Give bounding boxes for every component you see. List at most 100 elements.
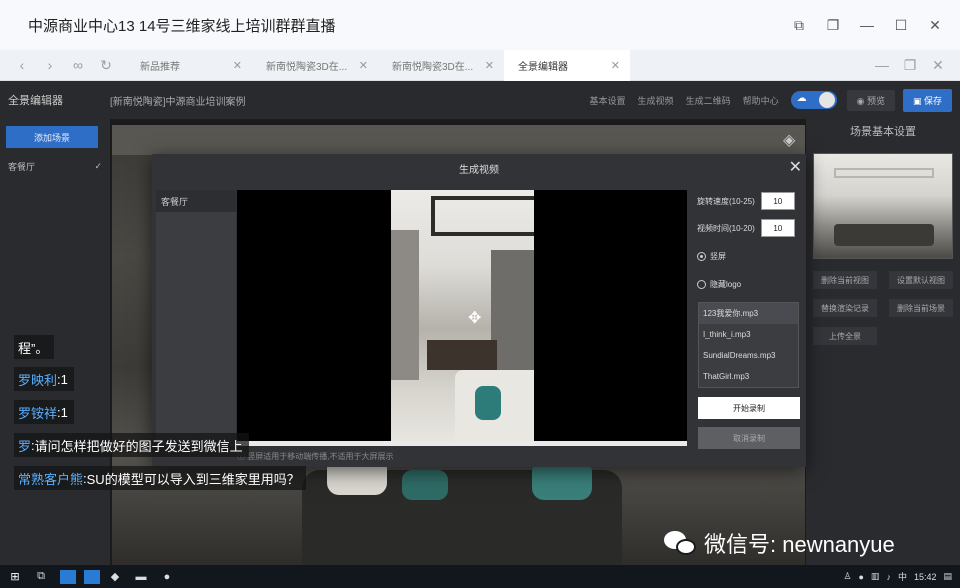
portrait-note: ⓘ 竖屏适用于移动端传播,不适用于大屏展示 xyxy=(237,451,393,462)
editor-toolbar: 全景编辑器 [新南悦陶瓷]中源商业培训案例 基本设置 生成视频 生成二维码 帮助… xyxy=(0,81,960,119)
chat-message: 罗铵祥 : 1 xyxy=(14,400,74,424)
scene-settings-title: 场景基本设置 xyxy=(850,126,916,138)
tab-close-icon[interactable]: ✕ xyxy=(359,59,368,72)
dialog-scene-item[interactable]: 客餐厅 xyxy=(156,190,236,212)
generate-video-link[interactable]: 生成视频 xyxy=(638,94,674,107)
music-item[interactable]: SundialDreams.mp3 xyxy=(699,345,798,366)
chat-text: 1 xyxy=(60,371,68,387)
refresh-icon[interactable]: ↻ xyxy=(92,51,120,79)
eye-icon: ◉ xyxy=(856,95,867,106)
network-icon[interactable]: ▥ xyxy=(871,571,880,582)
forward-icon[interactable]: › xyxy=(36,51,64,79)
cloud-toggle[interactable]: ☁ xyxy=(790,91,837,109)
save-button[interactable]: ▣ 保存 xyxy=(902,88,952,112)
restore-pages-icon[interactable]: ❐ xyxy=(816,10,850,40)
volume-icon[interactable]: ♪ xyxy=(886,572,891,582)
wechat-logo-icon xyxy=(664,529,698,557)
tab-close-icon[interactable]: ✕ xyxy=(485,59,494,72)
screenshot-icon[interactable]: ⧉ xyxy=(782,10,816,40)
delete-scene-button[interactable]: 删除当前场景 xyxy=(889,299,953,317)
minimize-button[interactable]: — xyxy=(850,10,884,40)
close-icon[interactable]: ✕ xyxy=(789,157,802,177)
tab-label: 新南悦陶瓷3D在... xyxy=(266,61,348,73)
wechat-tray-icon[interactable]: ● xyxy=(858,572,863,582)
tab-close-icon[interactable]: ✕ xyxy=(233,59,242,72)
radio-unchecked-icon[interactable] xyxy=(697,280,706,289)
tab-label: 新品推荐 xyxy=(140,61,180,73)
music-item[interactable]: I_think_i.mp3 xyxy=(699,324,798,345)
video-duration-input[interactable] xyxy=(760,219,795,237)
replace-render-button[interactable]: 替换渲染记录 xyxy=(813,299,877,317)
tab-minimize-icon[interactable]: — xyxy=(868,51,896,79)
tab-3d-1[interactable]: 新南悦陶瓷3D在... ✕ xyxy=(252,50,378,81)
close-button[interactable]: ✕ xyxy=(918,10,952,40)
toggle-knob xyxy=(818,92,835,108)
upload-panorama-button[interactable]: 上传全景 xyxy=(813,327,877,345)
thumbnail-ceiling xyxy=(834,168,934,178)
wechat-icon[interactable]: ● xyxy=(156,568,178,586)
hide-logo-option[interactable]: 隐藏logo xyxy=(697,279,741,290)
logo-bubble xyxy=(676,539,696,555)
scene-list-item[interactable]: 客餐厅 ✓ xyxy=(0,155,110,177)
video-frame[interactable] xyxy=(391,190,534,442)
scene-name: 客餐厅 xyxy=(8,161,36,172)
frame-cabinet xyxy=(427,340,497,370)
music-item[interactable]: ThatGirl.mp3 xyxy=(699,366,798,387)
check-circle-icon: ✓ xyxy=(94,160,102,171)
maximize-button[interactable]: ☐ xyxy=(884,10,918,40)
chat-sender: 罗铵祥 xyxy=(18,405,58,421)
notification-icon[interactable]: ▤ xyxy=(943,571,952,582)
windows-start-icon[interactable]: ⊞ xyxy=(4,568,26,586)
tab-close-all-icon[interactable]: ✕ xyxy=(924,51,952,79)
ime-indicator[interactable]: 中 xyxy=(898,570,907,583)
cancel-recording-button[interactable]: 取消录制 xyxy=(698,427,800,449)
person-icon[interactable]: ♙ xyxy=(843,571,851,582)
shield-icon[interactable]: ◆ xyxy=(104,568,126,586)
tab-3d-2[interactable]: 新南悦陶瓷3D在... ✕ xyxy=(378,50,504,81)
chat-message: 罗映利 : 1 xyxy=(14,367,74,391)
rotation-speed-input[interactable] xyxy=(760,192,795,210)
cloud-icon: ☁ xyxy=(796,93,807,104)
portrait-note-text: 竖屏适用于移动端传播,不适用于大屏展示 xyxy=(247,452,394,461)
video-duration-label: 视频时间(10-20) xyxy=(697,223,755,233)
tab-close-icon[interactable]: ✕ xyxy=(611,59,620,72)
app-icon[interactable] xyxy=(84,569,100,584)
layers-icon[interactable]: ◈ xyxy=(783,130,795,150)
scene-thumbnail[interactable] xyxy=(813,153,953,259)
music-list: 123我爱你.mp3 I_think_i.mp3 SundialDreams.m… xyxy=(698,302,799,388)
back-icon[interactable]: ‹ xyxy=(8,51,36,79)
preview-label: 预览 xyxy=(866,95,885,106)
browser-tabbar: ‹ › ∞ ↻ 新品推荐 ✕ 新南悦陶瓷3D在... ✕ 新南悦陶瓷3D在...… xyxy=(0,49,960,81)
app-icon[interactable] xyxy=(60,569,76,584)
portrait-label: 竖屏 xyxy=(710,252,726,261)
task-view-icon[interactable]: ⧉ xyxy=(30,568,52,586)
add-scene-button[interactable]: 添加场景 xyxy=(6,126,98,148)
start-recording-button[interactable]: 开始录制 xyxy=(698,397,800,419)
set-default-view-button[interactable]: 设置默认视图 xyxy=(889,271,953,289)
chat-text: 1 xyxy=(60,404,68,420)
basic-settings-link[interactable]: 基本设置 xyxy=(590,94,626,107)
tab-popout-icon[interactable]: ❐ xyxy=(896,51,924,79)
delete-view-button[interactable]: 删除当前视图 xyxy=(813,271,877,289)
scene-settings-panel: 场景基本设置 删除当前视图 设置默认视图 替换渲染记录 删除当前场景 上传全景 xyxy=(806,119,960,565)
chat-message: 罗 : 请问怎样把做好的图子发送到微信上 xyxy=(14,433,249,457)
portrait-option[interactable]: 竖屏 xyxy=(697,251,726,262)
folder-icon[interactable]: ▬ xyxy=(130,568,152,586)
preview-button[interactable]: ◉ 预览 xyxy=(846,89,895,111)
tab-panorama-editor[interactable]: 全景编辑器 ✕ xyxy=(504,49,630,81)
link-icon[interactable]: ∞ xyxy=(64,51,92,79)
frame-wall xyxy=(491,250,534,370)
help-center-link[interactable]: 帮助中心 xyxy=(743,94,779,107)
radio-checked-icon[interactable] xyxy=(697,252,706,261)
music-item[interactable]: 123我爱你.mp3 xyxy=(699,303,798,324)
clock[interactable]: 15:42 xyxy=(914,572,937,582)
frame-ceiling xyxy=(431,196,534,236)
save-icon: ▣ xyxy=(912,95,924,106)
tab-label: 全景编辑器 xyxy=(518,61,568,73)
video-preview xyxy=(237,190,687,442)
tab-new-products[interactable]: 新品推荐 ✕ xyxy=(126,50,252,81)
generate-qrcode-link[interactable]: 生成二维码 xyxy=(686,94,731,107)
move-cursor-icon: ✥ xyxy=(468,310,482,327)
dialog-scene-list: 客餐厅 xyxy=(156,190,236,446)
editor-app-name: 全景编辑器 xyxy=(8,95,63,107)
